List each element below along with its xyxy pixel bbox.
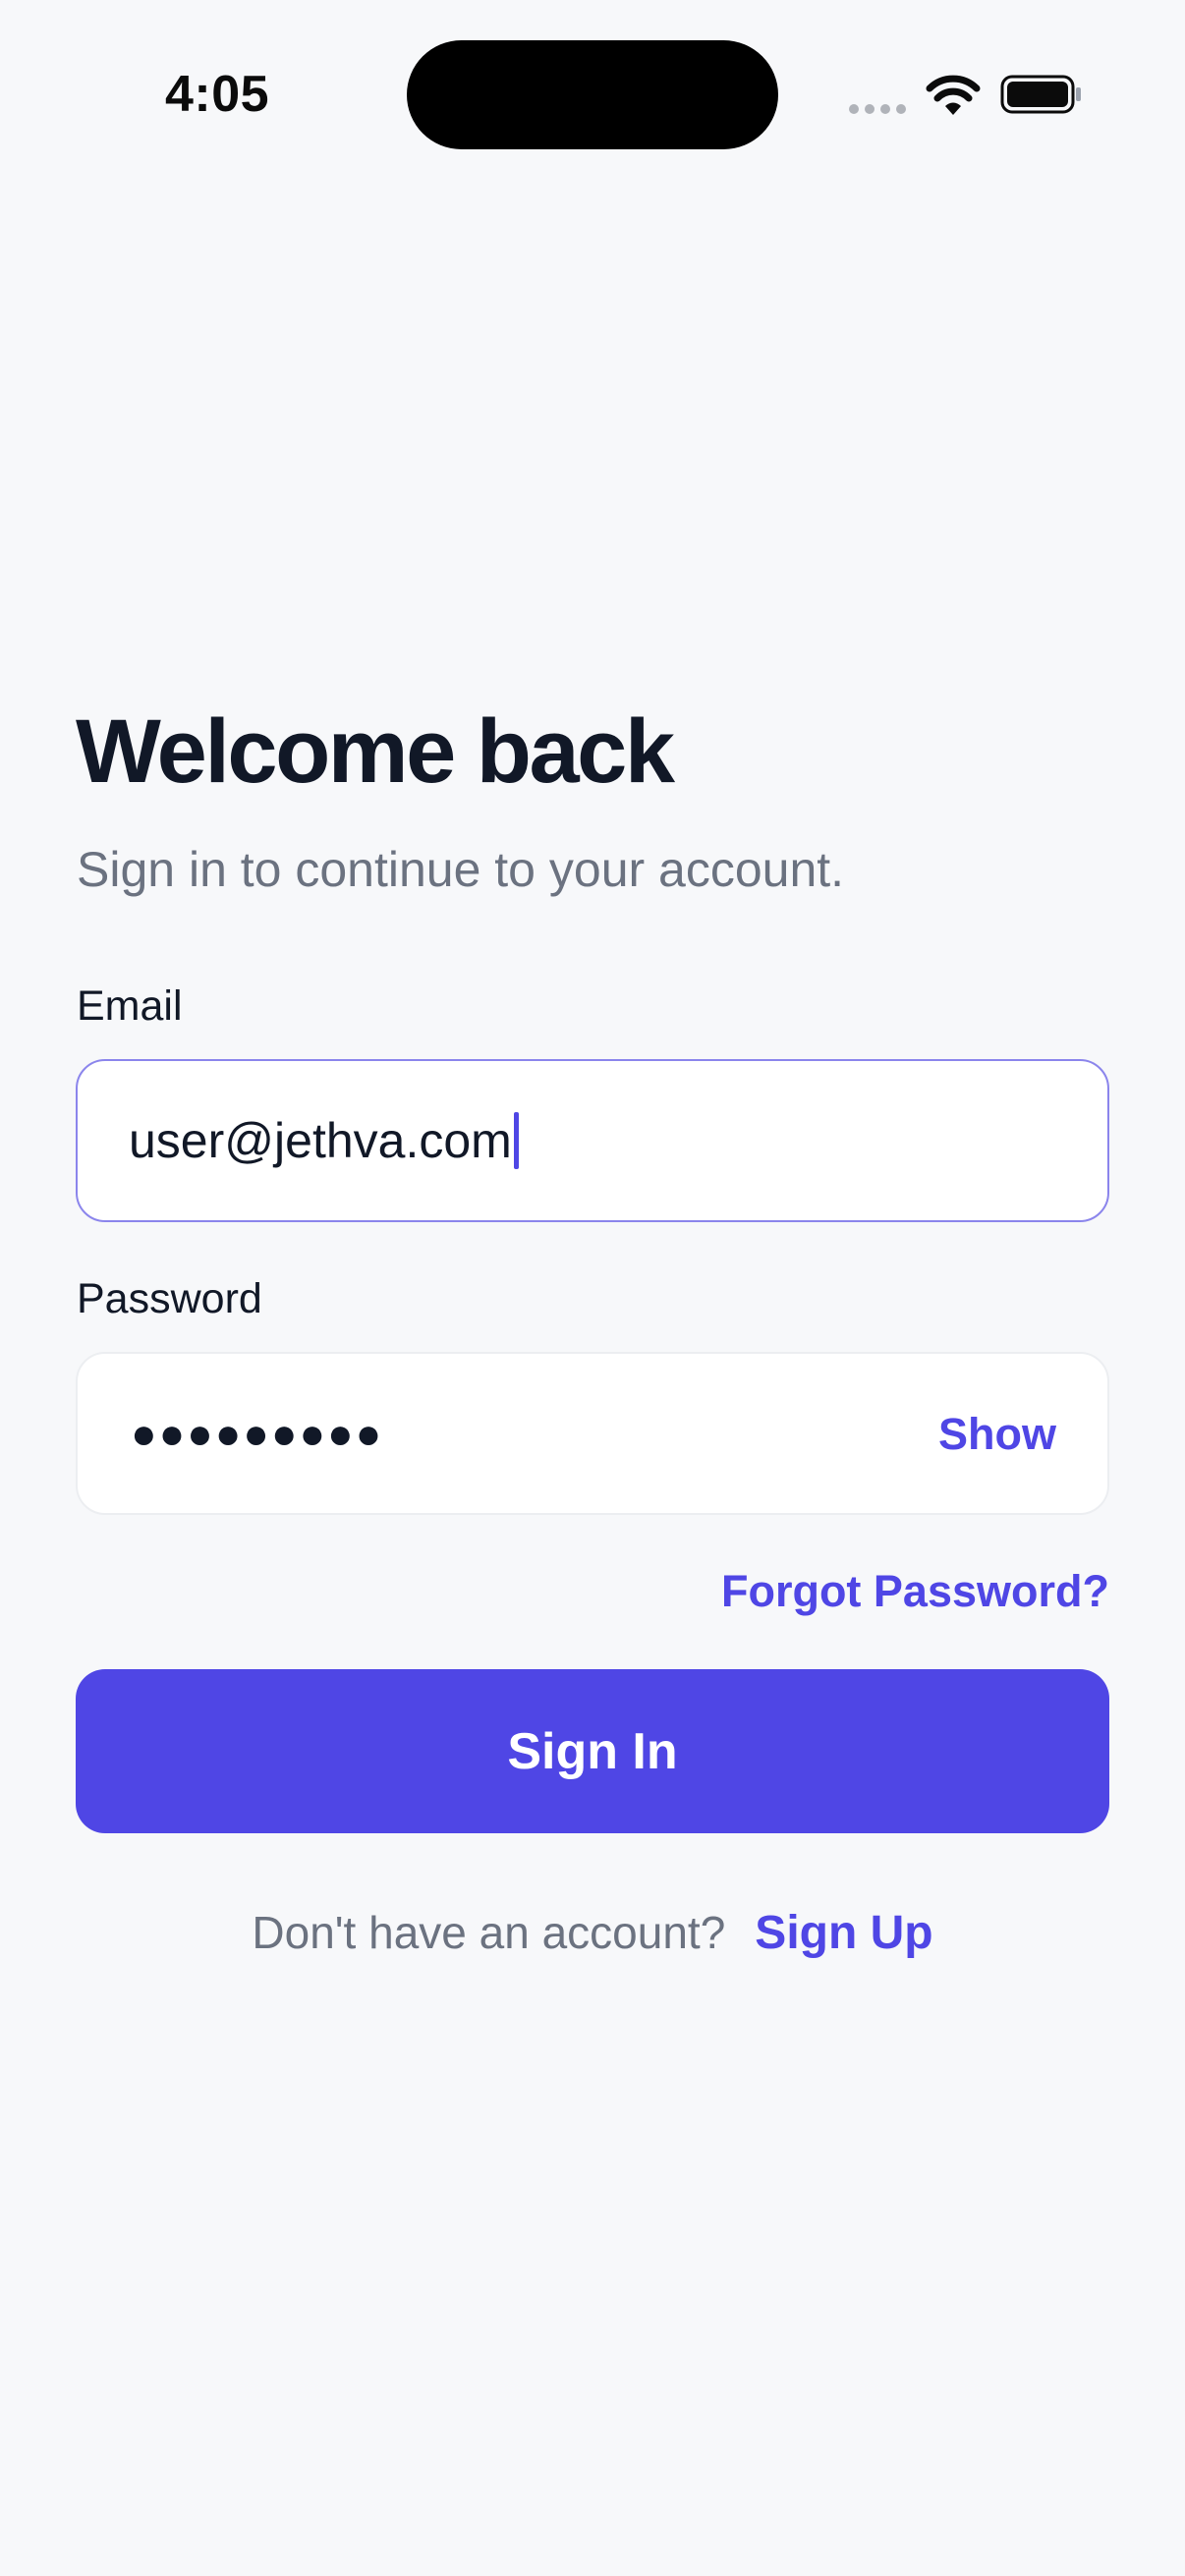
sign-up-link[interactable]: Sign Up [755, 1906, 932, 1960]
wifi-icon [926, 75, 981, 115]
email-label: Email [77, 982, 183, 1030]
show-password-button[interactable]: Show [938, 1409, 1056, 1460]
battery-icon [1000, 75, 1081, 114]
dynamic-island [407, 40, 778, 149]
password-masked-value: ●●●●●●●●● [131, 1410, 384, 1458]
page-title: Welcome back [76, 701, 675, 802]
password-label: Password [77, 1275, 262, 1322]
signup-prompt: Don't have an account? [252, 1907, 726, 1958]
text-caret [513, 1112, 519, 1169]
email-value: user@jethva.com [129, 1113, 512, 1168]
status-bar-time: 4:05 [165, 66, 270, 123]
signup-row: Don't have an account? Sign Up [0, 1906, 1185, 1960]
email-field-text-wrapper: user@jethva.com [129, 1112, 519, 1169]
password-field[interactable]: ●●●●●●●●● Show [76, 1352, 1109, 1515]
forgot-password-link[interactable]: Forgot Password? [721, 1566, 1109, 1617]
sign-in-button[interactable]: Sign In [76, 1669, 1109, 1833]
email-field[interactable]: user@jethva.com [76, 1059, 1109, 1222]
page-subtitle: Sign in to continue to your account. [77, 842, 845, 897]
signal-icon [849, 104, 906, 114]
